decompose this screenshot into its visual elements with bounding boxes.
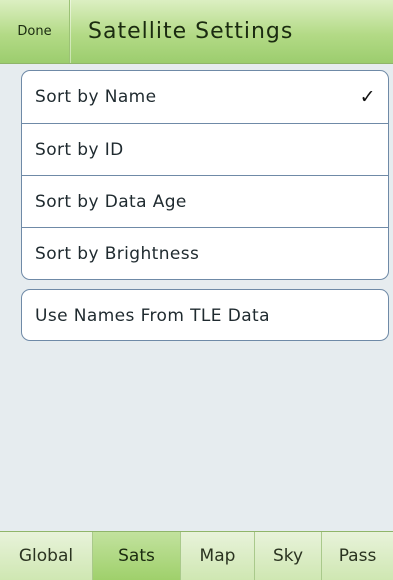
option-label: Sort by Brightness [35, 243, 200, 264]
checkmark-icon: ✓ [359, 86, 376, 108]
done-button[interactable]: Done [0, 0, 70, 63]
tab-map[interactable]: Map [181, 532, 255, 580]
option-label: Use Names From TLE Data [35, 306, 270, 326]
tab-global[interactable]: Global [0, 532, 93, 580]
sort-by-data-age-option[interactable]: Sort by Data Age [22, 175, 388, 227]
option-label: Sort by Name [35, 87, 157, 107]
names-options-group: Use Names From TLE Data [21, 289, 389, 341]
sort-options-group: Sort by Name ✓ Sort by ID Sort by Data A… [21, 70, 389, 280]
sort-by-name-option[interactable]: Sort by Name ✓ [22, 71, 388, 123]
tab-sky[interactable]: Sky [255, 532, 322, 580]
navigation-bar: Done Satellite Settings [0, 0, 393, 64]
tab-pass[interactable]: Pass [322, 532, 393, 580]
sort-by-id-option[interactable]: Sort by ID [22, 123, 388, 175]
page-title: Satellite Settings [88, 19, 294, 44]
option-label: Sort by ID [35, 139, 124, 160]
sort-by-brightness-option[interactable]: Sort by Brightness [22, 227, 388, 279]
tab-sats[interactable]: Sats [93, 532, 181, 580]
tab-bar: Global Sats Map Sky Pass [0, 531, 393, 580]
option-label: Sort by Data Age [35, 191, 187, 212]
use-tle-names-option[interactable]: Use Names From TLE Data [22, 290, 388, 340]
